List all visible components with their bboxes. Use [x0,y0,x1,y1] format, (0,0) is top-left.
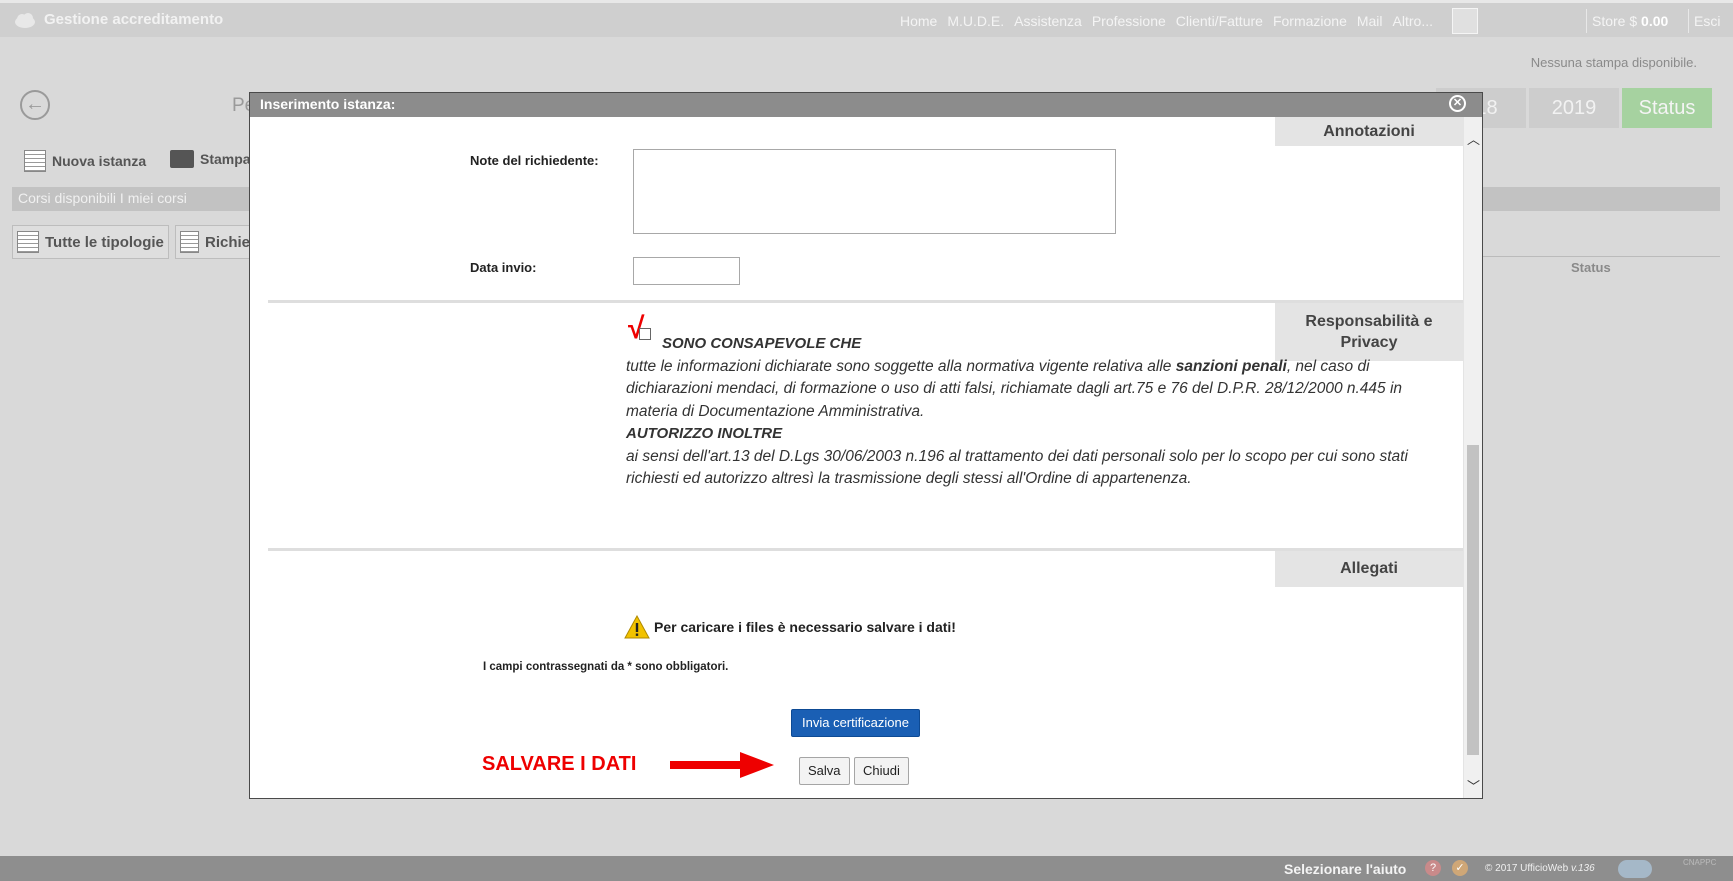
top-bar: Gestione accreditamento Home M.U.D.E. As… [0,0,1733,37]
document-icon [180,231,199,253]
copyright: © 2017 UfficioWeb v.136 [1485,863,1595,874]
print-label: Stampa [200,151,251,167]
section-annotations: Annotazioni [1275,117,1463,146]
nav-assistenza[interactable]: Assistenza [1014,13,1082,29]
category-requests-label: Richie [204,233,250,251]
authorize-heading: AUTORIZZO INOLTRE [626,425,783,442]
help-selector[interactable]: Selezionare l'aiuto [1284,861,1406,877]
app-title: Gestione accreditamento [44,11,224,28]
no-print-message: Nessuna stampa disponibile. [1530,55,1697,70]
logout-link[interactable]: Esci [1694,13,1720,29]
modal-header: Inserimento istanza: ✕ [250,93,1482,117]
document-icon [17,231,39,253]
year-tab-2019[interactable]: 2019 [1529,88,1619,128]
modal-title: Inserimento istanza: [260,96,396,112]
aware-heading: SONO CONSAPEVOLE CHE [662,335,862,352]
printer-icon [170,150,194,168]
user-avatar-icon[interactable] [1452,8,1478,34]
print-button[interactable]: Stampa [170,150,251,168]
privacy-text: SONO CONSAPEVOLE CHE tutte le informazio… [626,333,1446,491]
chevron-up-icon[interactable]: ︿ [1464,129,1483,149]
cloud-logo-icon [15,13,35,28]
chevron-down-icon[interactable]: ﹀ [1464,776,1483,796]
divider [1688,9,1689,33]
authorize-text: ai sensi dell'art.13 del D.Lgs 30/06/200… [626,447,1408,488]
close-button[interactable]: Chiudi [854,757,909,785]
modal-scrollbar[interactable]: ︿ ﹀ [1463,117,1482,798]
nav-clienti-fatture[interactable]: Clienti/Fatture [1176,13,1263,29]
category-requests-button[interactable]: Richie [175,225,255,259]
date-input[interactable] [633,257,740,285]
nav-professione[interactable]: Professione [1092,13,1166,29]
document-icon [24,150,46,172]
required-fields-note: I campi contrassegnati da * sono obbliga… [483,661,729,673]
scrollbar-thumb[interactable] [1467,445,1479,755]
store-balance[interactable]: Store $ 0.00 [1592,13,1668,29]
red-arrow-icon [670,752,774,778]
category-all-button[interactable]: Tutte le tipologie [12,225,169,259]
back-arrow-icon[interactable]: ← [20,90,50,120]
cloud-logo-icon [1618,860,1652,878]
nav-home[interactable]: Home [900,13,937,29]
new-instance-button[interactable]: Nuova istanza [24,150,146,172]
notes-textarea[interactable] [633,149,1116,234]
divider [1586,9,1587,33]
save-data-annotation: SALVARE I DATI [482,753,637,775]
date-label: Data invio: [470,260,537,275]
bottom-bar: Selezionare l'aiuto ? ✓ © 2017 UfficioWe… [0,856,1733,881]
status-tab[interactable]: Status [1622,88,1712,128]
close-icon[interactable]: ✕ [1449,95,1466,112]
notes-label: Note del richiedente: [470,153,599,168]
category-all-label: Tutte le tipologie [45,233,164,251]
insert-instance-modal: Inserimento istanza: ✕ Annotazioni Note … [249,92,1483,799]
check-icon[interactable]: ✓ [1452,860,1468,876]
section-attachments: Allegati [1275,551,1463,587]
save-button[interactable]: Salva [799,757,850,785]
nav-altro[interactable]: Altro... [1393,13,1433,29]
send-certification-button[interactable]: Invia certificazione [791,709,920,737]
nav-mude[interactable]: M.U.D.E. [947,13,1004,29]
question-icon[interactable]: ? [1425,860,1441,876]
nav-mail[interactable]: Mail [1357,13,1383,29]
nav-formazione[interactable]: Formazione [1273,13,1347,29]
warning-icon [624,615,650,639]
brand-logo: CNAPPC [1683,858,1717,867]
attachments-warning-text: Per caricare i files è necessario salvar… [654,619,956,635]
status-column-header: Status [1571,260,1611,275]
top-nav: Home M.U.D.E. Assistenza Professione Cli… [900,13,1433,29]
table-header-line [1480,256,1720,257]
modal-body: Annotazioni Note del richiedente: Data i… [250,117,1463,798]
attachments-warning: Per caricare i files è necessario salvar… [624,615,956,639]
aware-text: tutte le informazioni dichiarate sono so… [626,357,1403,420]
new-instance-label: Nuova istanza [52,153,147,169]
